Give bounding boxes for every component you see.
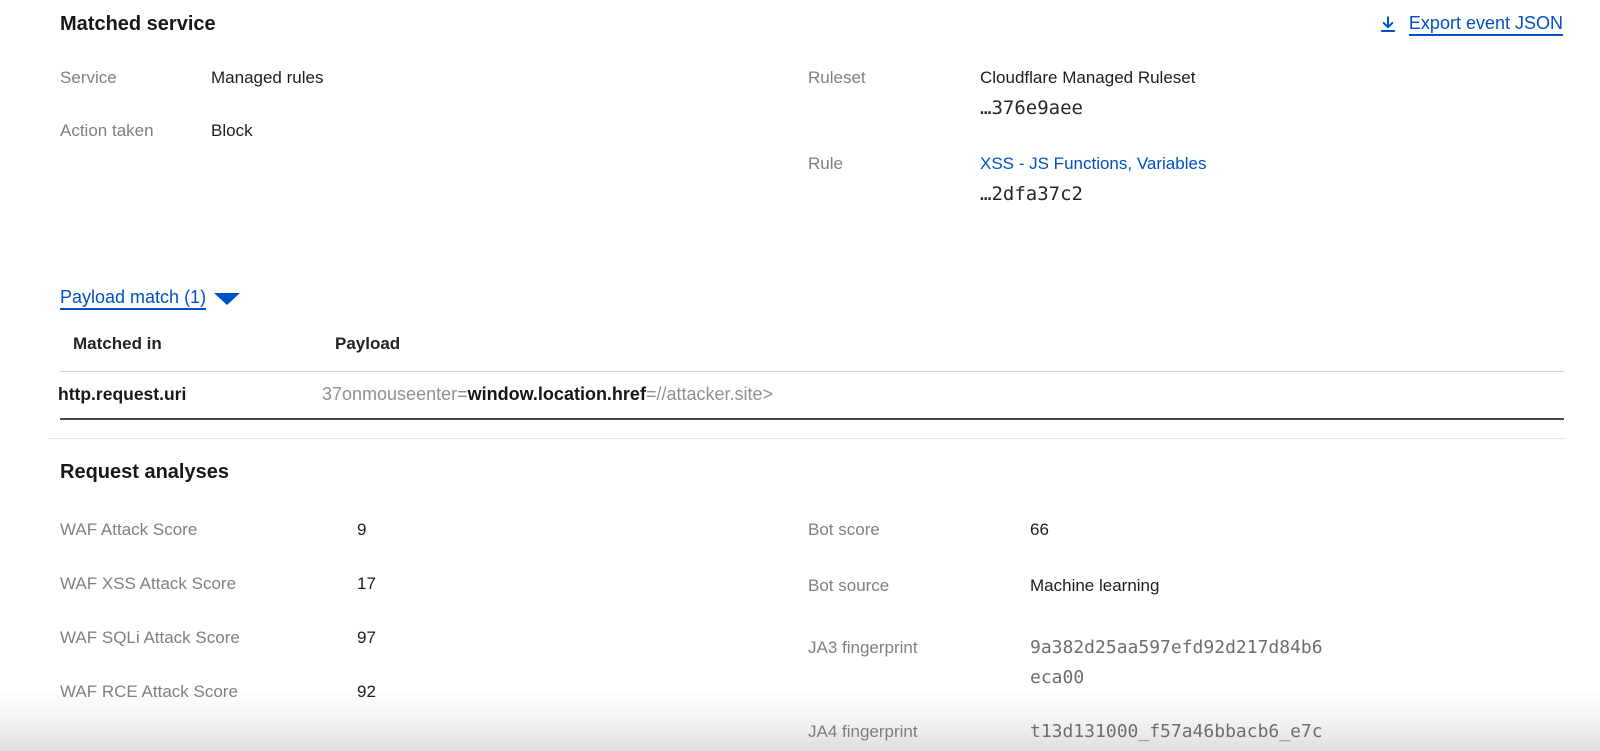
payload-prefix: 37onmouseenter= [322,384,468,404]
payload-match-toggle[interactable]: Payload match (1) [60,287,240,308]
waf-rce-attack-score-value: 92 [357,682,376,702]
field-row-waf-attack-score: WAF Attack Score 9 [60,520,808,540]
ruleset-label: Ruleset [808,68,980,88]
matched-service-section: Service Managed rules Action taken Block… [60,68,1564,240]
ruleset-id: …376e9aee [980,97,1195,119]
service-value: Managed rules [211,68,323,88]
field-row-bot-source: Bot source Machine learning [808,576,1564,596]
waf-xss-attack-score-value: 17 [357,574,376,594]
action-taken-value: Block [211,121,253,141]
bot-source-label: Bot source [808,576,1030,596]
field-row-waf-sqli-attack-score: WAF SQLi Attack Score 97 [60,628,808,648]
field-row-bot-score: Bot score 66 [808,520,1564,540]
download-icon [1378,14,1398,34]
action-taken-label: Action taken [60,121,211,141]
bot-score-value: 66 [1030,520,1049,540]
rule-link[interactable]: XSS - JS Functions, Variables [980,154,1206,174]
column-header-matched-in: Matched in [60,334,322,354]
ja4-fingerprint-value: t13d131000_f57a46bbacb6_e7c285222651 [1030,717,1326,751]
field-row-waf-rce-attack-score: WAF RCE Attack Score 92 [60,682,808,702]
bot-source-value: Machine learning [1030,576,1159,596]
payload-table-header: Matched in Payload [60,334,1564,372]
request-analyses-title: Request analyses [60,460,1564,484]
section-divider [48,438,1565,439]
waf-sqli-attack-score-label: WAF SQLi Attack Score [60,628,357,648]
waf-event-details-panel: Export event JSON Matched service Servic… [0,0,1600,751]
export-event-json-button[interactable]: Export event JSON [1378,13,1563,34]
payload-match-table: Matched in Payload http.request.uri 37on… [60,334,1564,420]
rule-label: Rule [808,154,980,174]
waf-sqli-attack-score-value: 97 [357,628,376,648]
service-label: Service [60,68,211,88]
chevron-down-icon [214,293,240,305]
ja3-fingerprint-label: JA3 fingerprint [808,633,1030,663]
matched-service-title: Matched service [60,0,1564,36]
ruleset-name: Cloudflare Managed Ruleset [980,68,1195,88]
rule-id: …2dfa37c2 [980,183,1206,205]
request-analyses-section: WAF Attack Score 9 WAF XSS Attack Score … [60,520,1564,751]
waf-attack-score-value: 9 [357,520,366,540]
waf-rce-attack-score-label: WAF RCE Attack Score [60,682,357,702]
payload-value: 37onmouseenter=window.location.href=//at… [322,384,1564,405]
field-row-action-taken: Action taken Block [60,121,808,141]
field-row-ruleset: Ruleset Cloudflare Managed Ruleset …376e… [808,68,1564,119]
payload-match-row: http.request.uri 37onmouseenter=window.l… [60,372,1564,420]
payload-match-toggle-label: Payload match (1) [60,287,206,308]
column-header-payload: Payload [322,334,1564,354]
matched-in-value: http.request.uri [58,384,322,405]
field-row-ja3-fingerprint: JA3 fingerprint 9a382d25aa597efd92d217d8… [808,633,1564,693]
ja3-fingerprint-value: 9a382d25aa597efd92d217d84b6eca00 [1030,633,1326,693]
export-event-json-label: Export event JSON [1409,13,1563,34]
bot-score-label: Bot score [808,520,1030,540]
field-row-waf-xss-attack-score: WAF XSS Attack Score 17 [60,574,808,594]
field-row-service: Service Managed rules [60,68,808,88]
field-row-rule: Rule XSS - JS Functions, Variables …2dfa… [808,154,1564,205]
waf-attack-score-label: WAF Attack Score [60,520,357,540]
payload-matched-fragment: window.location.href [468,384,646,404]
payload-suffix: =//attacker.site> [646,384,773,404]
waf-xss-attack-score-label: WAF XSS Attack Score [60,574,357,594]
field-row-ja4-fingerprint: JA4 fingerprint t13d131000_f57a46bbacb6_… [808,717,1564,751]
ja4-fingerprint-label: JA4 fingerprint [808,717,1030,747]
